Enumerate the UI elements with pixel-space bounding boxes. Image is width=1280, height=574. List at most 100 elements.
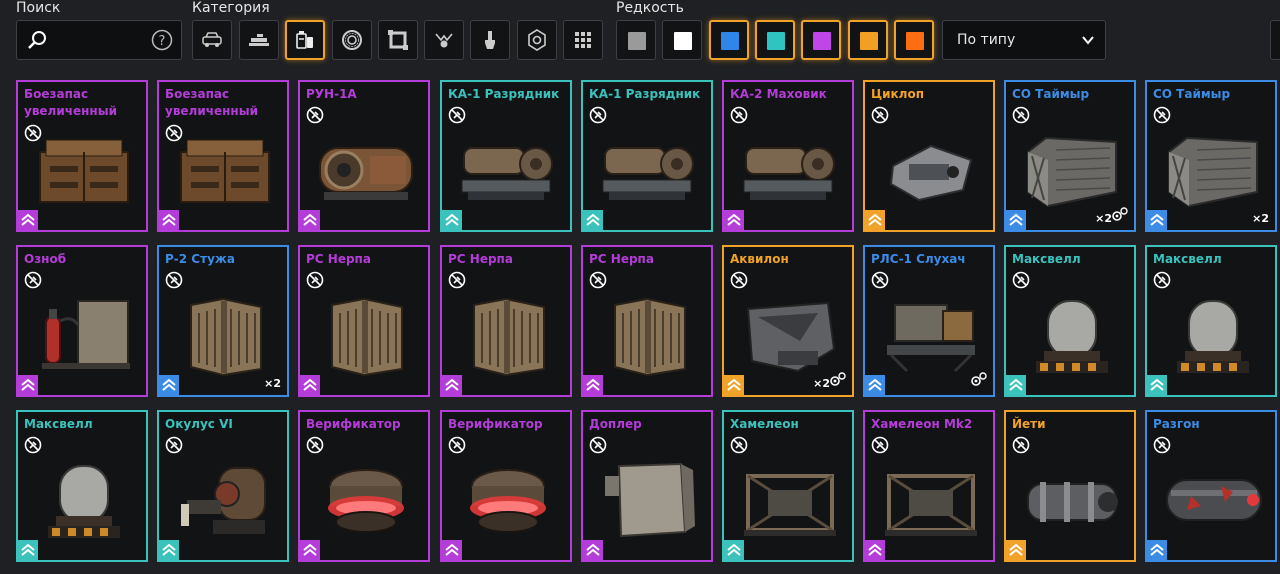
extra-button[interactable] xyxy=(1270,20,1280,60)
rarity-filter-button[interactable] xyxy=(801,20,841,60)
chevron-down-icon xyxy=(1081,33,1095,51)
item-image-capsule xyxy=(32,456,136,542)
rarity-chevron-icon xyxy=(442,375,462,395)
not-installable-icon xyxy=(24,271,42,293)
item-card[interactable]: Циклоп xyxy=(863,80,995,232)
rarity-chevron-icon xyxy=(300,540,320,560)
decor-icon xyxy=(432,28,456,52)
item-image-cage xyxy=(879,456,983,542)
item-card[interactable]: Разгон xyxy=(1145,410,1277,562)
rarity-chevron-icon xyxy=(1147,375,1167,395)
category-button-grid[interactable] xyxy=(563,20,603,60)
item-image-radiator xyxy=(597,291,701,377)
item-name: Максвелл xyxy=(1012,252,1081,266)
not-installable-icon xyxy=(1012,106,1030,128)
rarity-swatch xyxy=(721,32,739,50)
item-image-engine xyxy=(738,126,842,212)
rarity-swatch xyxy=(860,32,878,50)
not-installable-icon xyxy=(24,436,42,458)
item-card[interactable]: СО Таймыр ×2 xyxy=(1145,80,1277,232)
item-card[interactable]: Боезапас увеличенный xyxy=(157,80,289,232)
item-name: СО Таймыр xyxy=(1012,87,1090,101)
item-card[interactable]: Р-2 Стужа ×2 xyxy=(157,245,289,397)
item-card[interactable]: СО Таймыр ×2 xyxy=(1004,80,1136,232)
category-button-wheel[interactable] xyxy=(332,20,372,60)
item-card[interactable]: Озноб xyxy=(16,245,148,397)
item-card[interactable]: КА-1 Разрядник xyxy=(440,80,572,232)
rarity-chevron-icon xyxy=(865,540,885,560)
help-icon[interactable]: ? xyxy=(151,29,173,55)
item-card[interactable]: Максвелл xyxy=(1145,245,1277,397)
category-button-decor[interactable] xyxy=(424,20,464,60)
item-image-extinguisher xyxy=(32,291,136,377)
rarity-filter-button[interactable] xyxy=(848,20,888,60)
search-icon xyxy=(27,29,49,55)
item-name: Аквилон xyxy=(730,252,789,266)
rarity-swatch xyxy=(674,32,692,50)
not-installable-icon xyxy=(871,436,889,458)
item-card[interactable]: Боезапас увеличенный xyxy=(16,80,148,232)
category-button-sticker[interactable] xyxy=(517,20,557,60)
rarity-filter-button[interactable] xyxy=(755,20,795,60)
item-image-wedge xyxy=(738,291,842,377)
item-card[interactable]: Аквилон ×2 xyxy=(722,245,854,397)
category-button-module[interactable] xyxy=(285,20,325,60)
item-card[interactable]: Верификатор xyxy=(440,410,572,562)
category-button-frame[interactable] xyxy=(378,20,418,60)
item-card[interactable]: КА-2 Маховик xyxy=(722,80,854,232)
item-card[interactable]: Окулус VI xyxy=(157,410,289,562)
sort-dropdown-value: По типу xyxy=(957,32,1016,48)
rarity-filter-button[interactable] xyxy=(616,20,656,60)
item-card[interactable]: РС Нерпа xyxy=(581,245,713,397)
item-card[interactable]: Хамелеон Mk2 xyxy=(863,410,995,562)
category-button-paint[interactable] xyxy=(470,20,510,60)
item-image-capsule xyxy=(1020,291,1124,377)
item-name: Хамелеон xyxy=(730,417,799,431)
rarity-chevron-icon xyxy=(1006,210,1026,230)
item-name: Окулус VI xyxy=(165,417,233,431)
item-image-verifier xyxy=(314,456,418,542)
rarity-chevron-icon xyxy=(724,375,744,395)
not-installable-icon xyxy=(871,106,889,128)
not-installable-icon xyxy=(165,271,183,293)
item-card[interactable]: КА-1 Разрядник xyxy=(581,80,713,232)
search-input[interactable] xyxy=(53,29,123,51)
not-installable-icon xyxy=(589,106,607,128)
item-image-engine xyxy=(456,126,560,212)
item-image-verifier xyxy=(456,456,560,542)
not-installable-icon xyxy=(448,271,466,293)
paint-icon xyxy=(478,28,502,52)
item-card[interactable]: РС Нерпа xyxy=(440,245,572,397)
not-installable-icon xyxy=(306,436,324,458)
not-installable-icon xyxy=(871,271,889,293)
search-box[interactable]: ? xyxy=(16,20,182,60)
category-button-car[interactable] xyxy=(192,20,232,60)
rarity-filter-button[interactable] xyxy=(894,20,934,60)
sort-dropdown[interactable]: По типу xyxy=(942,20,1106,60)
not-installable-icon xyxy=(1012,436,1030,458)
item-image-cooler-box xyxy=(1161,126,1265,212)
item-name: КА-1 Разрядник xyxy=(589,87,701,101)
item-name: КА-2 Маховик xyxy=(730,87,827,101)
item-image-radiator xyxy=(456,291,560,377)
item-card[interactable]: Хамелеон xyxy=(722,410,854,562)
item-name: РУН-1А xyxy=(306,87,357,101)
item-card[interactable]: РС Нерпа xyxy=(298,245,430,397)
item-card[interactable]: Верификатор xyxy=(298,410,430,562)
category-button-weapon[interactable] xyxy=(239,20,279,60)
item-card[interactable]: Йети xyxy=(1004,410,1136,562)
rarity-swatch xyxy=(767,32,785,50)
rarity-swatch xyxy=(628,32,646,50)
rarity-chevron-icon xyxy=(18,375,38,395)
rarity-filter-button[interactable] xyxy=(709,20,749,60)
item-name: Озноб xyxy=(24,252,67,266)
rarity-filter-button[interactable] xyxy=(662,20,702,60)
item-card[interactable]: Доплер xyxy=(581,410,713,562)
item-image-radiator xyxy=(173,291,277,377)
not-installable-icon xyxy=(448,436,466,458)
item-card[interactable]: Максвелл xyxy=(1004,245,1136,397)
item-card[interactable]: РЛС-1 Слухач xyxy=(863,245,995,397)
not-installable-icon xyxy=(306,106,324,128)
item-card[interactable]: Максвелл xyxy=(16,410,148,562)
item-card[interactable]: РУН-1А xyxy=(298,80,430,232)
